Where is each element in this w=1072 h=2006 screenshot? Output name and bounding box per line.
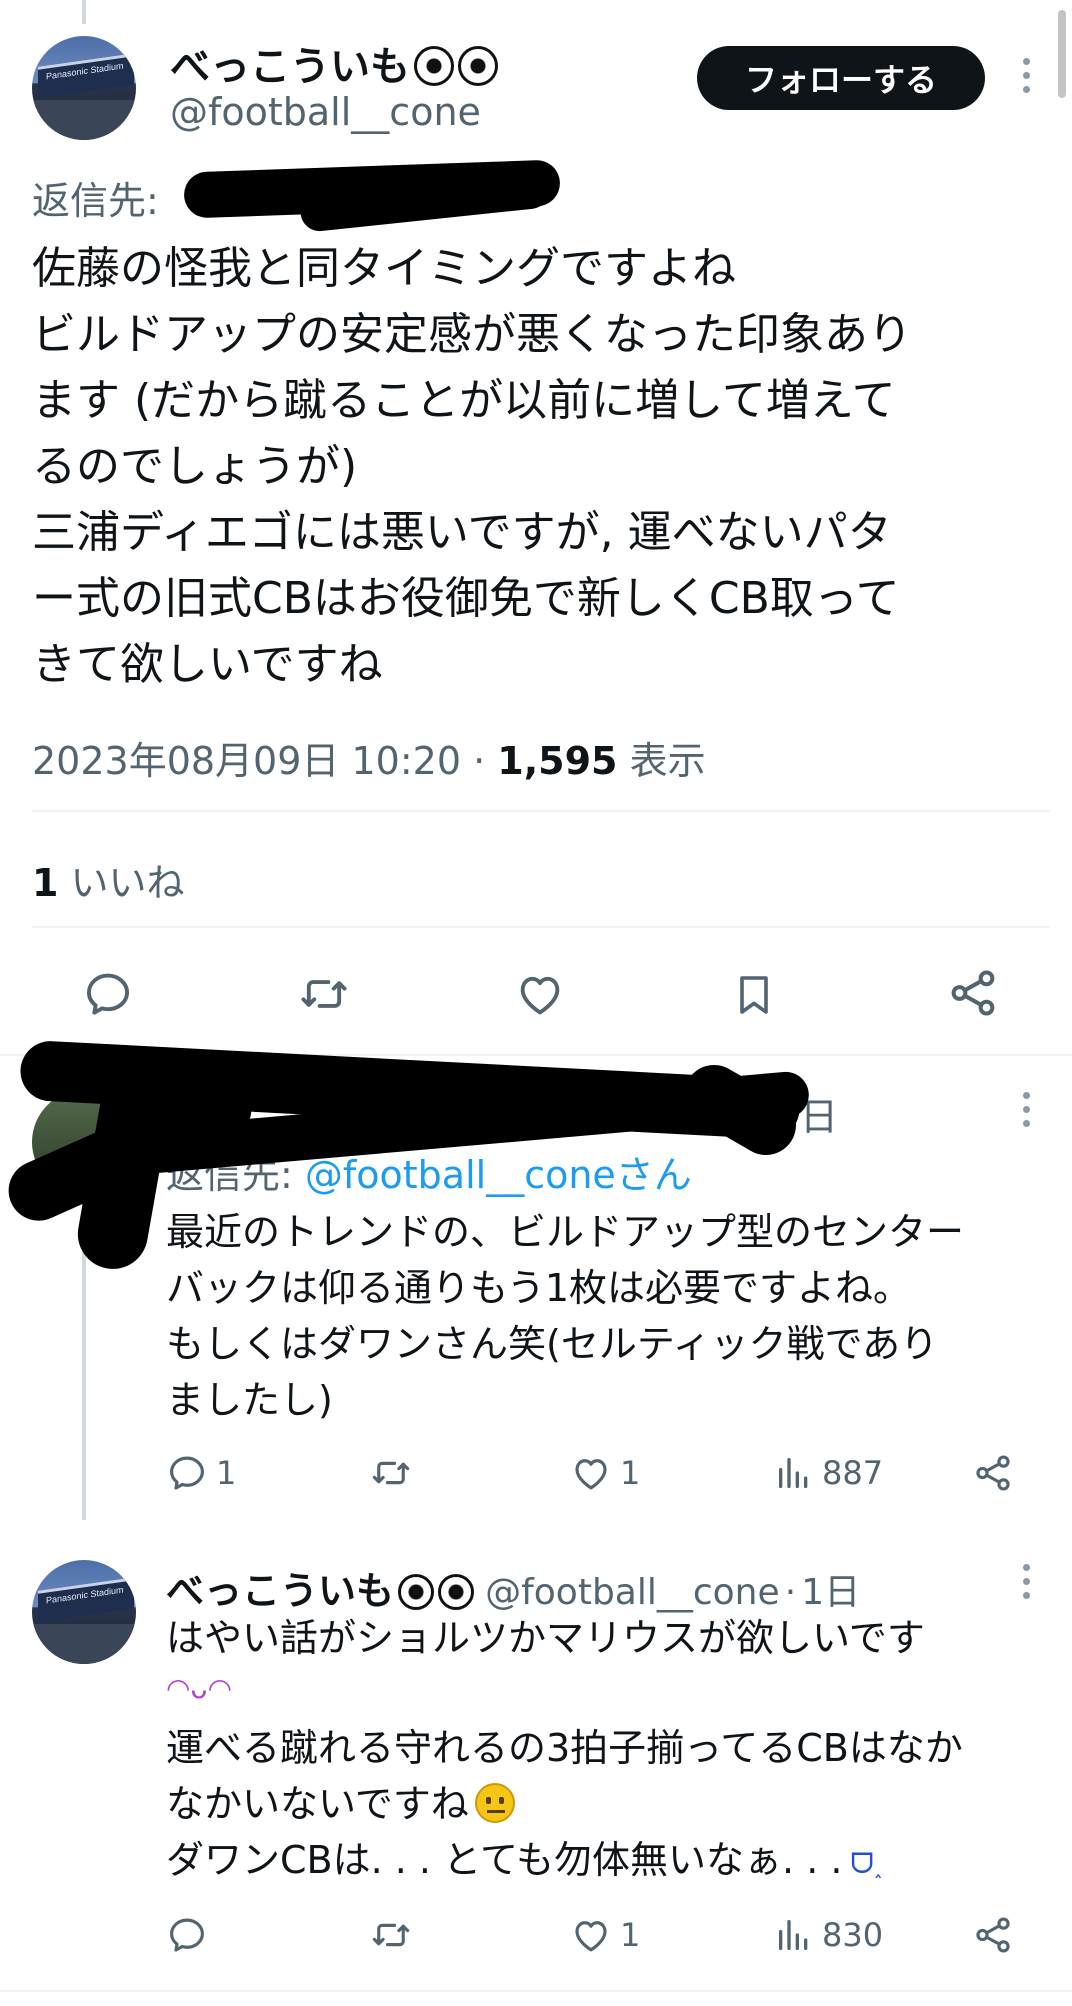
share-button[interactable] bbox=[972, 1452, 1014, 1494]
tweet-meta: 2023年08月09日 10:20 · 1,595 表示 bbox=[32, 730, 706, 785]
reply-time[interactable]: 1日 bbox=[801, 1572, 860, 1613]
views-button[interactable]: 830 bbox=[774, 1914, 883, 1956]
like-icon bbox=[575, 1921, 607, 1952]
scrollbar[interactable] bbox=[1058, 10, 1066, 98]
like-icon bbox=[520, 976, 560, 1015]
likes-count: 1 bbox=[32, 861, 59, 905]
divider bbox=[0, 1990, 1072, 1992]
like-button[interactable]: 1 bbox=[570, 1914, 640, 1956]
like-count: 1 bbox=[620, 1454, 641, 1492]
reply-button[interactable] bbox=[82, 968, 134, 1020]
reply-text-line4-text: ダワンCBは. . . とても勿体無いなぁ. . . bbox=[166, 1838, 843, 1882]
retweet-icon bbox=[301, 980, 347, 1008]
retweet-button[interactable] bbox=[296, 968, 352, 1020]
views-button[interactable]: 887 bbox=[774, 1452, 883, 1494]
soccer-ball-icon bbox=[458, 46, 498, 86]
reply-button[interactable] bbox=[166, 1914, 208, 1956]
reply-text: 最近のトレンドの、ビルドアップ型のセンター バックは仰る通りもう1枚は必要ですよ… bbox=[166, 1210, 965, 1422]
more-icon[interactable] bbox=[1016, 1564, 1036, 1599]
likes-summary[interactable]: 1 いいね bbox=[32, 852, 185, 907]
bookmark-icon bbox=[740, 976, 768, 1014]
soccer-ball-icon bbox=[398, 1574, 435, 1610]
neutral-face-emoji bbox=[474, 1783, 515, 1823]
retweet-icon bbox=[372, 1923, 410, 1947]
timestamp[interactable]: 2023年08月09日 10:20 bbox=[32, 739, 461, 783]
views-label: 表示 bbox=[629, 739, 706, 783]
bookmark-button[interactable] bbox=[730, 968, 778, 1022]
reply-count: 1 bbox=[216, 1454, 237, 1492]
soccer-ball-icon bbox=[414, 46, 454, 86]
follow-button[interactable]: フォローする bbox=[697, 46, 985, 110]
share-icon bbox=[976, 1917, 1010, 1953]
likes-label: いいね bbox=[70, 861, 185, 905]
like-count: 1 bbox=[620, 1916, 641, 1954]
more-icon[interactable] bbox=[1016, 58, 1036, 93]
share-button[interactable] bbox=[946, 966, 1000, 1020]
display-name[interactable]: べっこういも bbox=[166, 1569, 394, 1613]
meta-separator: · bbox=[473, 739, 486, 783]
retweet-button[interactable] bbox=[368, 1914, 414, 1956]
meta-separator: · bbox=[784, 1572, 797, 1613]
reply-icon bbox=[170, 1918, 204, 1952]
like-button[interactable] bbox=[514, 968, 566, 1020]
reply-text-lines: 運べる蹴れる守れるの3拍子揃ってるCBはなか なかいないですね bbox=[166, 1726, 963, 1826]
view-count: 887 bbox=[822, 1454, 884, 1492]
reply-to-mention[interactable]: @football__coneさん bbox=[305, 1153, 692, 1197]
share-button[interactable] bbox=[972, 1914, 1014, 1956]
reply-button[interactable]: 1 bbox=[166, 1452, 236, 1494]
thread-connector-top bbox=[82, 0, 86, 24]
views-icon bbox=[779, 1920, 808, 1950]
reply-text-body: 運べる蹴れる守れるの3拍子揃ってるCBはなか なかいないですね bbox=[166, 1720, 1056, 1832]
share-icon bbox=[976, 1455, 1010, 1491]
avatar[interactable]: Panasonic Stadium bbox=[32, 1560, 136, 1664]
display-name[interactable]: べっこういも bbox=[170, 44, 410, 90]
share-icon bbox=[951, 970, 995, 1016]
divider bbox=[32, 810, 1050, 812]
tweet-text: 佐藤の怪我と同タイミングですよね ビルドアップの安定感が悪くなった印象あり ます… bbox=[32, 243, 912, 690]
like-button[interactable]: 1 bbox=[570, 1452, 640, 1494]
soccer-ball-icon bbox=[438, 1574, 475, 1610]
views-count: 1,595 bbox=[497, 739, 618, 783]
like-icon bbox=[575, 1459, 607, 1490]
views-icon bbox=[779, 1458, 808, 1488]
reply-icon bbox=[170, 1456, 204, 1490]
reply-text-line4: ダワンCBは. . . とても勿体無いなぁ. . . ᗜ˰ bbox=[166, 1832, 1056, 1892]
view-count: 830 bbox=[822, 1916, 884, 1954]
sweat-emoji: ᗜ˰ bbox=[850, 1847, 884, 1880]
sweat-smile-emoji: ◠ᴗ◠ bbox=[166, 1672, 232, 1705]
author-name-row: べっこういも bbox=[170, 34, 498, 92]
avatar[interactable]: Panasonic Stadium bbox=[32, 36, 136, 140]
retweet-icon bbox=[372, 1461, 410, 1485]
reply-text-line1: はやい話がショルツかマリウスが欲しいです bbox=[166, 1616, 925, 1660]
redaction-scribble bbox=[673, 1054, 807, 1166]
author-handle[interactable]: @football__cone bbox=[485, 1572, 780, 1613]
reply-to-label: 返信先: bbox=[32, 179, 159, 223]
author-handle[interactable]: @football__cone bbox=[170, 90, 481, 134]
more-icon[interactable] bbox=[1016, 1092, 1036, 1127]
retweet-button[interactable] bbox=[368, 1452, 414, 1494]
divider bbox=[32, 926, 1050, 928]
reply-header: べっこういも @football__cone · 1日 bbox=[166, 1560, 860, 1615]
reply-icon bbox=[86, 973, 130, 1015]
